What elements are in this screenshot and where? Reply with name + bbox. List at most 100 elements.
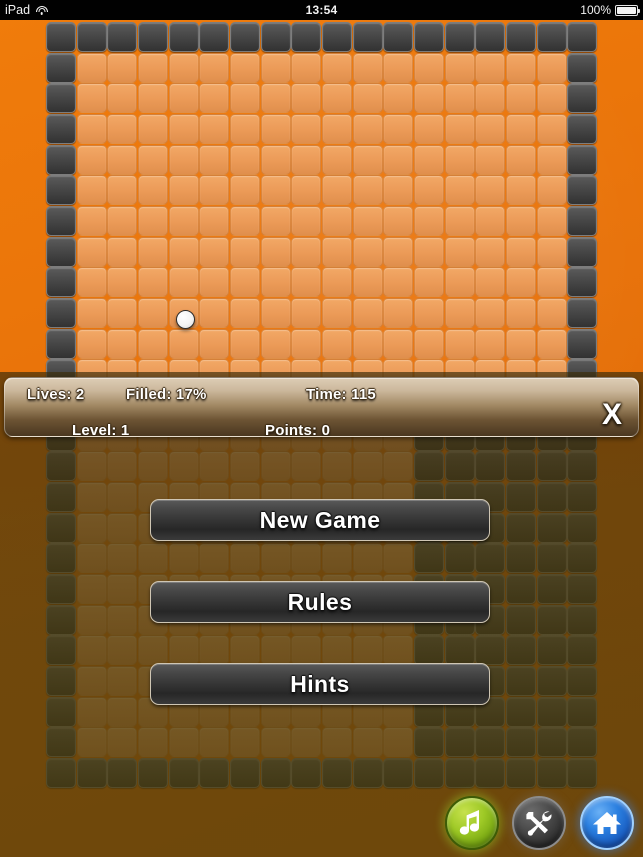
board-tile	[506, 206, 536, 236]
board-tile	[230, 175, 260, 205]
board-tile	[537, 697, 567, 727]
board-tile	[567, 83, 597, 113]
game-screen: Lives: 2 Filled: 17% Time: 115 Level: 1 …	[0, 0, 643, 857]
board-tile	[261, 53, 291, 83]
board-tile	[291, 727, 321, 757]
board-tile	[230, 83, 260, 113]
board-tile	[77, 697, 107, 727]
board-tile	[537, 574, 567, 604]
board-tile	[383, 543, 413, 573]
board-tile	[383, 114, 413, 144]
board-tile	[107, 114, 137, 144]
board-tile	[107, 697, 137, 727]
board-tile	[322, 53, 352, 83]
board-tile	[445, 53, 475, 83]
board-tile	[46, 53, 76, 83]
board-tile	[537, 451, 567, 481]
stat-time: Time: 115	[306, 386, 376, 403]
board-tile	[261, 83, 291, 113]
board-tile	[567, 635, 597, 665]
board-tile	[230, 267, 260, 297]
board-tile	[475, 727, 505, 757]
board-tile	[322, 145, 352, 175]
board-tile	[414, 175, 444, 205]
board-tile	[291, 206, 321, 236]
board-tile	[46, 482, 76, 512]
board-tile	[199, 635, 229, 665]
home-button[interactable]	[580, 796, 634, 850]
board-tile	[138, 83, 168, 113]
board-tile	[169, 635, 199, 665]
board-tile	[138, 175, 168, 205]
board-tile	[506, 237, 536, 267]
board-tile	[353, 114, 383, 144]
board-tile	[475, 635, 505, 665]
board-tile	[445, 451, 475, 481]
board-tile	[414, 758, 444, 788]
board-tile	[537, 605, 567, 635]
board-tile	[322, 727, 352, 757]
music-note-icon	[458, 808, 486, 838]
board-tile	[46, 22, 76, 52]
board-tile	[46, 727, 76, 757]
board-tile	[445, 727, 475, 757]
board-tile	[77, 206, 107, 236]
board-tile	[291, 543, 321, 573]
board-tile	[506, 22, 536, 52]
board-tile	[230, 758, 260, 788]
board-tile	[169, 727, 199, 757]
board-tile	[107, 175, 137, 205]
home-icon	[592, 809, 622, 837]
board-tile	[291, 635, 321, 665]
board-tile	[445, 758, 475, 788]
board-tile	[537, 206, 567, 236]
board-tile	[107, 666, 137, 696]
board-tile	[414, 451, 444, 481]
board-tile	[107, 53, 137, 83]
board-tile	[291, 298, 321, 328]
board-tile	[506, 175, 536, 205]
board-tile	[46, 451, 76, 481]
board-tile	[138, 53, 168, 83]
board-tile	[506, 574, 536, 604]
music-button[interactable]	[445, 796, 499, 850]
board-tile	[537, 543, 567, 573]
board-tile	[506, 605, 536, 635]
board-tile	[261, 206, 291, 236]
rules-button[interactable]: Rules	[150, 581, 490, 623]
board-tile	[353, 83, 383, 113]
board-tile	[46, 329, 76, 359]
board-tile	[383, 22, 413, 52]
board-tile	[230, 145, 260, 175]
board-tile	[322, 22, 352, 52]
close-button[interactable]: X	[596, 396, 628, 434]
board-tile	[445, 114, 475, 144]
board-tile	[107, 513, 137, 543]
board-tile	[383, 758, 413, 788]
stat-filled: Filled: 17%	[126, 386, 207, 403]
board-tile	[567, 175, 597, 205]
board-tile	[107, 635, 137, 665]
board-tile	[475, 237, 505, 267]
board-tile	[138, 22, 168, 52]
board-tile	[169, 543, 199, 573]
board-tile	[169, 53, 199, 83]
board-tile	[169, 451, 199, 481]
board-tile	[107, 574, 137, 604]
board-tile	[77, 175, 107, 205]
board-tile	[537, 175, 567, 205]
board-tile	[199, 53, 229, 83]
board-tile	[475, 175, 505, 205]
board-tile	[445, 267, 475, 297]
hints-button[interactable]: Hints	[150, 663, 490, 705]
board-tile	[567, 298, 597, 328]
board-tile	[77, 83, 107, 113]
tools-button[interactable]	[512, 796, 566, 850]
board-tile	[322, 114, 352, 144]
board-tile	[567, 206, 597, 236]
board-tile	[291, 267, 321, 297]
new-game-button[interactable]: New Game	[150, 499, 490, 541]
board-tile	[383, 451, 413, 481]
board-tile	[383, 53, 413, 83]
board-tile	[353, 635, 383, 665]
